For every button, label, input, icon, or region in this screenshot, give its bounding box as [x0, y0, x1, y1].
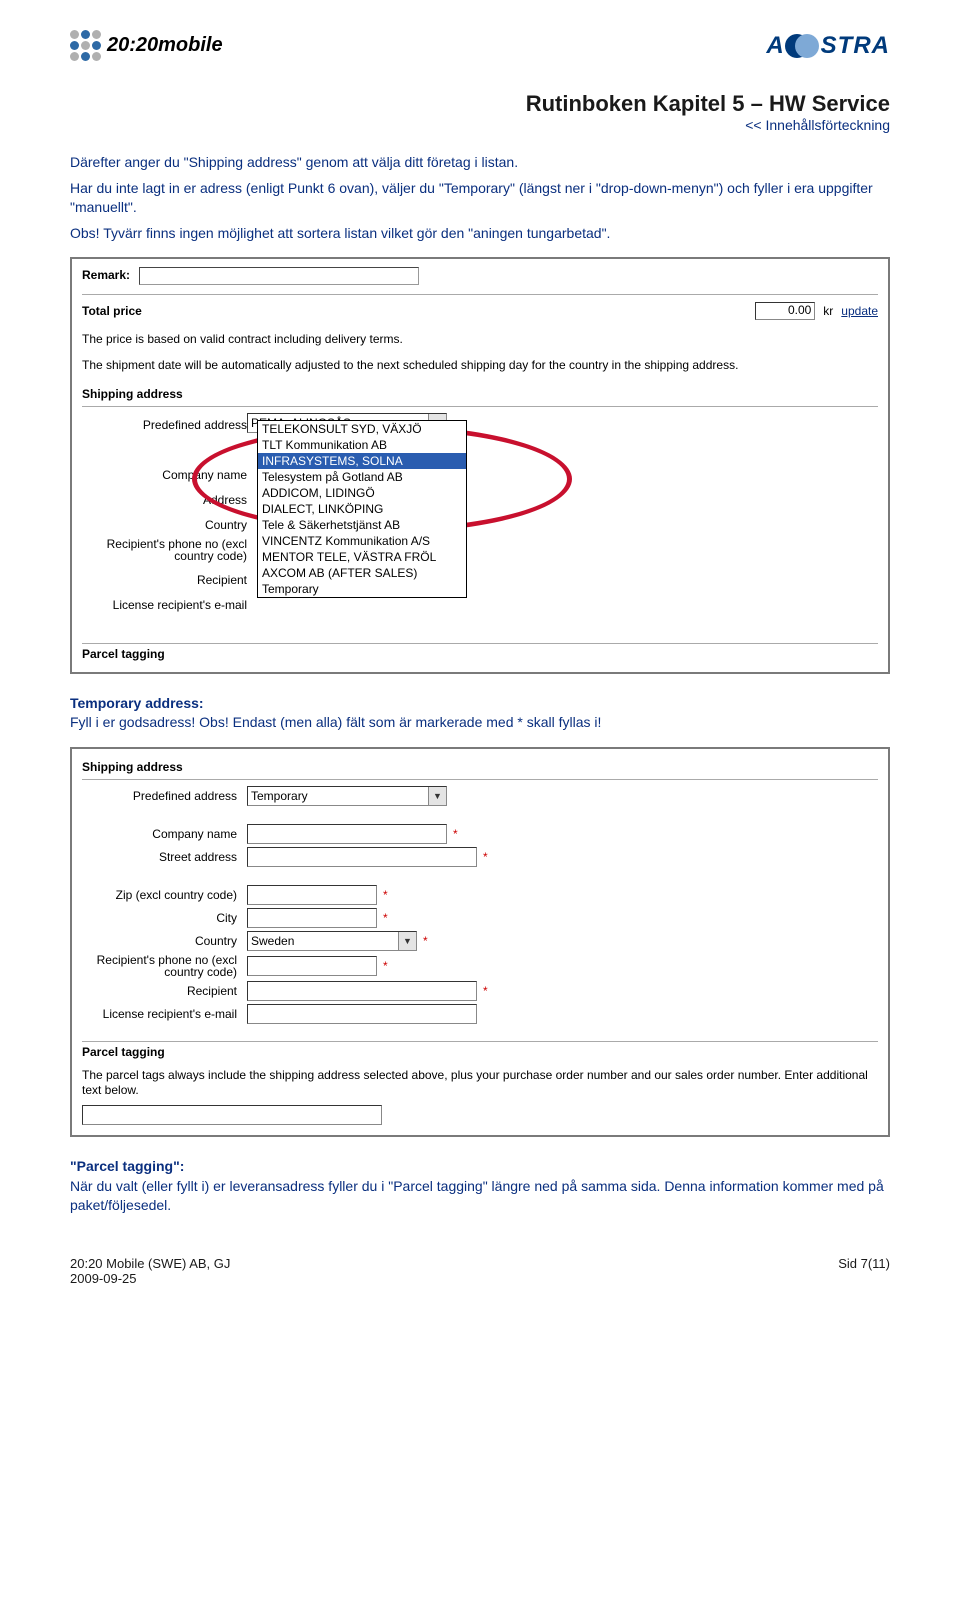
predefined-label-2: Predefined address	[82, 789, 247, 803]
company-label: Company name	[92, 463, 257, 488]
intro-p1: Därefter anger du "Shipping address" gen…	[70, 153, 890, 173]
country-label: Country	[92, 513, 257, 538]
zip-label: Zip (excl country code)	[82, 888, 247, 902]
street-input[interactable]	[247, 847, 477, 867]
remark-label: Remark:	[82, 269, 130, 283]
email-label: License recipient's e-mail	[92, 593, 257, 618]
logo-left-text: 20:20mobile	[107, 34, 223, 57]
predefined-address-dropdown-list[interactable]: TELEKONSULT SYD, VÄXJÖ TLT Kommunikation…	[257, 420, 467, 598]
intro-text: Därefter anger du "Shipping address" gen…	[70, 153, 890, 243]
country-select[interactable]: Sweden ▼	[247, 931, 417, 951]
total-price-row: Total price 0.00 kr update	[82, 300, 878, 326]
email-label-2: License recipient's e-mail	[82, 1007, 247, 1021]
dropdown-option-selected[interactable]: INFRASYSTEMS, SOLNA	[258, 453, 466, 469]
parcel-tagging-text: "Parcel tagging": När du valt (eller fyl…	[70, 1157, 890, 1216]
address-label: Address	[92, 488, 257, 513]
shipping-heading: Shipping address	[82, 384, 878, 407]
country-value: Sweden	[248, 933, 398, 949]
aastra-swoosh-icon	[785, 36, 821, 56]
temporary-address-text: Temporary address: Fyll i er godsadress!…	[70, 694, 890, 733]
dropdown-option[interactable]: TELEKONSULT SYD, VÄXJÖ	[258, 421, 466, 437]
page-header: 20:20mobile ASTRA	[70, 30, 890, 61]
footer-company: 20:20 Mobile (SWE) AB, GJ	[70, 1256, 230, 1271]
total-price-label: Total price	[82, 304, 142, 318]
title-block: Rutinboken Kapitel 5 – HW Service << Inn…	[70, 91, 890, 133]
intro-p2: Har du inte lagt in er adress (enligt Pu…	[70, 179, 890, 218]
dropdown-option[interactable]: TLT Kommunikation AB	[258, 437, 466, 453]
asterisk-icon: *	[383, 888, 388, 902]
footer-page: Sid 7(11)	[838, 1256, 890, 1286]
asterisk-icon: *	[383, 911, 388, 925]
parcel-heading-text: "Parcel tagging":	[70, 1157, 890, 1177]
logo-dots-icon	[70, 30, 101, 61]
temp-text: Fyll i er godsadress! Obs! Endast (men a…	[70, 713, 890, 733]
city-input[interactable]	[247, 908, 377, 928]
company-input[interactable]	[247, 824, 447, 844]
footer-date: 2009-09-25	[70, 1271, 230, 1286]
country-label-2: Country	[82, 934, 247, 948]
predefined-value-2: Temporary	[248, 788, 428, 804]
dropdown-option[interactable]: MENTOR TELE, VÄSTRA FRÖL	[258, 549, 466, 565]
asterisk-icon: *	[423, 934, 428, 948]
parcel-tag-input[interactable]	[82, 1105, 382, 1125]
page-footer: 20:20 Mobile (SWE) AB, GJ 2009-09-25 Sid…	[70, 1256, 890, 1286]
logo-2020mobile: 20:20mobile	[70, 30, 223, 61]
city-label: City	[82, 911, 247, 925]
temp-heading: Temporary address:	[70, 694, 890, 714]
dropdown-option[interactable]: VINCENTZ Kommunikation A/S	[258, 533, 466, 549]
parcel-body: När du valt (eller fyllt i) er leveransa…	[70, 1177, 890, 1216]
dropdown-option[interactable]: DIALECT, LINKÖPING	[258, 501, 466, 517]
screenshot-temporary-form: Shipping address Predefined address Temp…	[70, 747, 890, 1137]
currency-label: kr	[823, 304, 833, 318]
email-input[interactable]	[247, 1004, 477, 1024]
update-link[interactable]: update	[841, 304, 878, 318]
recipient-input[interactable]	[247, 981, 477, 1001]
dropdown-option[interactable]: Temporary	[258, 581, 466, 597]
parcel-heading-2: Parcel tagging	[82, 1041, 878, 1062]
street-label: Street address	[82, 850, 247, 864]
logo-aastra: ASTRA	[766, 32, 890, 60]
recipient-label: Recipient	[92, 568, 257, 593]
total-price-input[interactable]: 0.00	[755, 302, 815, 320]
dropdown-option[interactable]: Tele & Säkerhetstjänst AB	[258, 517, 466, 533]
predefined-select-2[interactable]: Temporary ▼	[247, 786, 447, 806]
chevron-down-icon: ▼	[398, 932, 416, 950]
asterisk-icon: *	[383, 959, 388, 973]
phone-input[interactable]	[247, 956, 377, 976]
toc-link[interactable]: << Innehållsförteckning	[745, 117, 890, 133]
parcel-heading-1: Parcel tagging	[82, 643, 878, 664]
remark-input[interactable]	[139, 267, 419, 285]
asterisk-icon: *	[453, 827, 458, 841]
chevron-down-icon: ▼	[428, 787, 446, 805]
phone-label: Recipient's phone no (excl country code)	[92, 538, 257, 568]
shipping-heading-2: Shipping address	[82, 757, 878, 780]
dropdown-option[interactable]: ADDICOM, LIDINGÖ	[258, 485, 466, 501]
shipment-note: The shipment date will be automatically …	[82, 358, 878, 374]
intro-p3: Obs! Tyvärr finns ingen möjlighet att so…	[70, 224, 890, 244]
price-note: The price is based on valid contract inc…	[82, 332, 878, 348]
company-label-2: Company name	[82, 827, 247, 841]
dropdown-option[interactable]: AXCOM AB (AFTER SALES)	[258, 565, 466, 581]
recipient-label-2: Recipient	[82, 984, 247, 998]
asterisk-icon: *	[483, 850, 488, 864]
parcel-note: The parcel tags always include the shipp…	[82, 1068, 878, 1099]
dropdown-option[interactable]: Telesystem på Gotland AB	[258, 469, 466, 485]
asterisk-icon: *	[483, 984, 488, 998]
zip-input[interactable]	[247, 885, 377, 905]
page-title: Rutinboken Kapitel 5 – HW Service	[70, 91, 890, 117]
screenshot-remark-shipping: Remark: Total price 0.00 kr update The p…	[70, 257, 890, 673]
phone-label-2: Recipient's phone no (excl country code)	[82, 954, 247, 978]
